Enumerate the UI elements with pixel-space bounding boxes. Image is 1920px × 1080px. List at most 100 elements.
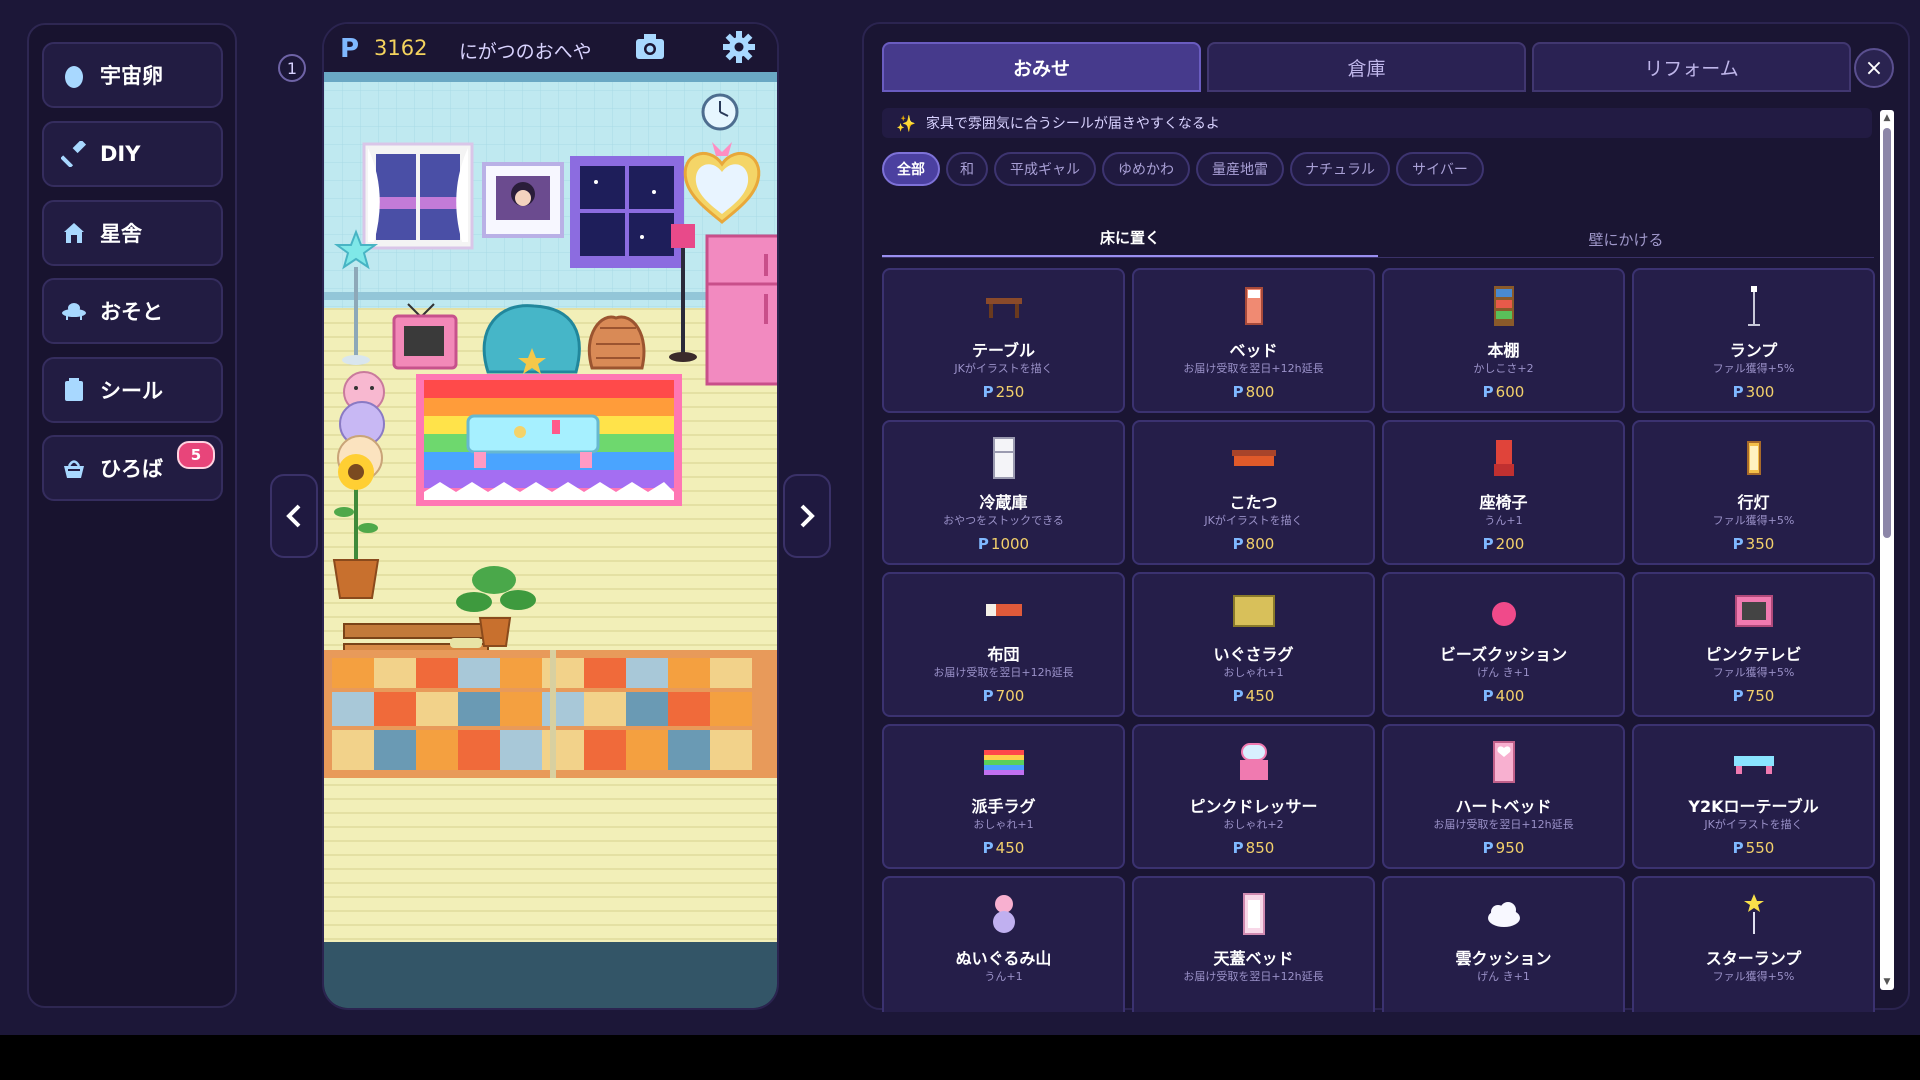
room-panel: P 3162 にがつのおへや [322,22,779,1010]
sidebar-item-diy[interactable]: DIY [42,121,223,187]
scroll-up-icon[interactable]: ▲ [1882,113,1892,123]
item-name: ランプ [1729,341,1778,360]
item-price-value: 300 [1745,383,1775,401]
bookshelf-icon [1384,278,1623,334]
point-balance: 3162 [374,36,428,60]
photo-frame[interactable] [482,162,564,238]
pink-fridge[interactable] [705,234,779,386]
y2k-low-table-icon [1634,734,1873,790]
shop-item-card[interactable]: テーブル JKがイラストを描く P 250 [882,268,1125,413]
filter-chip-all[interactable]: 全部 [882,152,940,186]
scrollbar[interactable]: ▲ ▼ [1880,110,1894,990]
filter-chip-heisei-gal[interactable]: 平成ギャル [994,152,1096,186]
shop-item-card[interactable]: いぐさラグ おしゃれ+1 P 450 [1132,572,1375,717]
item-name: ハートベッド [1455,797,1552,816]
shop-item-card[interactable]: ランプ ファル獲得+5% P 300 [1632,268,1875,413]
close-button[interactable]: × [1854,48,1894,88]
sidebar-item-osoto[interactable]: おそと [42,278,223,344]
sticker-icon [60,376,88,404]
item-price: P 250 [884,383,1123,401]
item-price-value: 450 [995,839,1025,857]
scroll-down-icon[interactable]: ▼ [1882,977,1892,987]
shop-item-card[interactable]: ベッド お届け受取を翌日+12h延長 P 800 [1132,268,1375,413]
shop-item-card[interactable]: 行灯 ファル獲得+5% P 350 [1632,420,1875,565]
shop-item-card[interactable]: ぬいぐるみ山 うん+1 [882,876,1125,1012]
sidebar-item-seisha[interactable]: 星舎 [42,200,223,266]
shop-item-card[interactable]: 冷蔵庫 おやつをストックできる P 1000 [882,420,1125,565]
shop-item-card[interactable]: Y2Kローテーブル JKがイラストを描く P 550 [1632,724,1875,869]
item-price: P 600 [1384,383,1623,401]
shop-item-card[interactable]: ビーズクッション げん き+1 P 400 [1382,572,1625,717]
curtain-window[interactable] [362,142,474,250]
sidebar-item-label: 星舎 [100,222,142,246]
next-room-button[interactable] [783,474,831,558]
shop-item-card[interactable]: 天蓋ベッド お届け受取を翌日+12h延長 [1132,876,1375,1012]
item-price: P 750 [1634,687,1873,705]
point-coin-icon: P [1482,535,1494,553]
room-scene[interactable] [324,72,779,942]
gear-icon[interactable] [722,30,756,64]
shop-item-card[interactable]: 本棚 かしこさ+2 P 600 [1382,268,1625,413]
shop-item-card[interactable]: 座椅子 うん+1 P 200 [1382,420,1625,565]
shop-item-card[interactable]: 布団 お届け受取を翌日+12h延長 P 700 [882,572,1125,717]
item-effect: JKがイラストを描く [1204,514,1303,527]
filter-chip-cyber[interactable]: サイバー [1396,152,1484,186]
item-name: 天蓋ベッド [1213,949,1294,968]
decor-basket[interactable] [587,315,646,370]
shop-item-card[interactable]: ピンクテレビ ファル獲得+5% P 750 [1632,572,1875,717]
filter-chip-yumekawa[interactable]: ゆめかわ [1102,152,1190,186]
sidebar-item-label: シール [100,379,163,403]
item-price: P 200 [1384,535,1623,553]
sidebar-item-uchu-tamago[interactable]: 宇宙卵 [42,42,223,108]
camera-icon[interactable] [634,32,666,62]
subtab-floor[interactable]: 床に置く [882,220,1378,258]
night-window[interactable] [570,156,684,268]
filter-chip-wa[interactable]: 和 [946,152,988,186]
point-coin-icon: P [1732,535,1744,553]
tab-omise[interactable]: おみせ [882,42,1201,92]
item-effect: ファル獲得+5% [1712,970,1795,983]
item-effect: ファル獲得+5% [1712,514,1795,527]
bean-bag-chair[interactable] [482,304,581,374]
item-effect: ファル獲得+5% [1712,666,1795,679]
shop-item-card[interactable]: スターランプ ファル獲得+5% [1632,876,1875,1012]
shop-item-card[interactable]: こたつ JKがイラストを描く P 800 [1132,420,1375,565]
shop-item-card[interactable]: 派手ラグ おしゃれ+1 P 450 [882,724,1125,869]
room-name[interactable]: にがつのおへや [459,37,592,64]
tab-reform[interactable]: リフォーム [1532,42,1851,92]
game-screen: 宇宙卵 DIY 星舎 おそと シール ひろば 5 1 P 3162 にがつのおへ… [0,0,1920,1035]
tab-souko[interactable]: 倉庫 [1207,42,1526,92]
shop-item-card[interactable]: ハートベッド お届け受取を翌日+12h延長 P 950 [1382,724,1625,869]
wall-clock[interactable] [701,93,739,131]
shop-item-card[interactable]: 雲クッション げん き+1 [1382,876,1625,1012]
point-coin-icon: P [1232,839,1244,857]
item-price: P 1000 [884,535,1123,553]
divider [882,257,1874,258]
prev-room-button[interactable] [270,474,318,558]
filter-chip-natural[interactable]: ナチュラル [1290,152,1390,186]
item-price: P 400 [1384,687,1623,705]
sidebar: 宇宙卵 DIY 星舎 おそと シール ひろば 5 [27,23,237,1008]
item-name: 派手ラグ [971,797,1036,816]
point-coin-icon: P [1232,535,1244,553]
notification-badge: 5 [177,441,215,469]
item-price: P 450 [884,839,1123,857]
point-coin-icon: P [1732,687,1744,705]
item-grid: テーブル JKがイラストを描く P 250 ベッド お届け受取を翌日+12h延長 P 800 本… [882,268,1878,1012]
patchwork-rug[interactable] [324,650,779,778]
item-price: P 350 [1634,535,1873,553]
subtab-wall[interactable]: 壁にかける [1378,220,1874,258]
item-effect: うん+1 [1484,514,1523,527]
item-name: Y2Kローテーブル [1688,797,1819,816]
sidebar-item-seal[interactable]: シール [42,357,223,423]
sidebar-item-label: ひろば [100,457,163,481]
scrollbar-thumb[interactable] [1883,128,1891,538]
shop-item-card[interactable]: ピンクドレッサー おしゃれ+2 P 850 [1132,724,1375,869]
filter-chip-ryousan-jirai[interactable]: 量産地雷 [1196,152,1284,186]
fridge-icon [884,430,1123,486]
sidebar-item-hiroba[interactable]: ひろば 5 [42,435,223,501]
hint-banner: ✨ 家具で雰囲気に合うシールが届きやすくなるよ [882,108,1872,138]
hint-text: 家具で雰囲気に合うシールが届きやすくなるよ [925,116,1220,132]
item-effect: かしこさ+2 [1473,362,1534,375]
item-price-value: 600 [1495,383,1525,401]
